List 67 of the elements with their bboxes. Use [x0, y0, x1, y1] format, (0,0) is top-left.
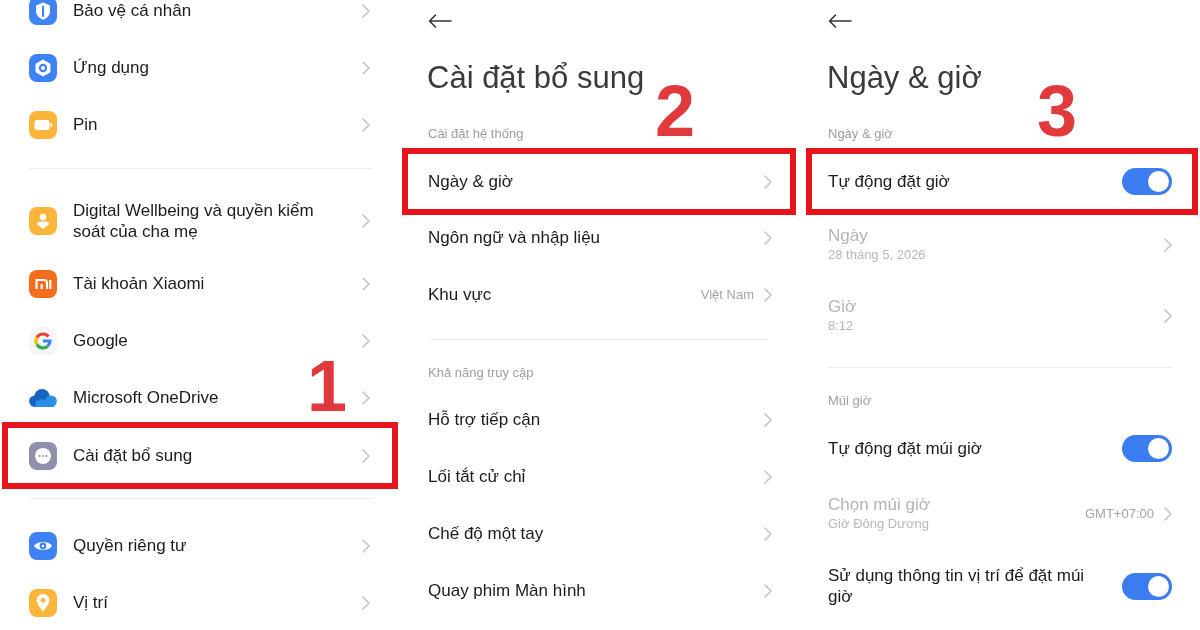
item-label[interactable]: Tài khoản Xiaomi	[73, 273, 205, 294]
chevron-right-icon	[764, 412, 772, 427]
item-label[interactable]: Bảo vệ cá nhân	[73, 0, 192, 21]
page-title: Ngày & giờ	[827, 59, 982, 97]
toggle-switch[interactable]	[1122, 572, 1172, 600]
item-label[interactable]: Ứng dụng	[73, 57, 149, 78]
battery-icon	[29, 110, 57, 139]
item-subtitle: Giờ Đông Dương	[828, 515, 930, 533]
chevron-right-icon	[362, 390, 370, 405]
item-subtitle: 8:12	[828, 317, 855, 335]
chevron-right-icon	[362, 333, 370, 348]
chevron-right-icon	[1164, 237, 1172, 252]
chevron-right-icon	[1164, 506, 1172, 521]
item-subtitle: 28 tháng 5, 2026	[828, 246, 926, 264]
item-label[interactable]: Pin	[73, 114, 98, 135]
chevron-right-icon	[362, 214, 370, 228]
item-label[interactable]: Tự động đặt múi giờ	[828, 438, 982, 459]
item-label[interactable]: Sử dụng thông tin vị trí để đặt múi giờ	[828, 565, 1093, 607]
chevron-right-icon	[362, 117, 370, 132]
logo-icon	[29, 269, 57, 298]
item-label[interactable]: Quyền riêng tư	[73, 535, 187, 556]
chevron-right-icon	[764, 526, 772, 541]
step-number: 3	[1037, 75, 1078, 147]
item-label[interactable]: Lối tắt cử chỉ	[428, 466, 526, 487]
eye-icon	[29, 531, 57, 560]
item-value: GMT+07:00	[1085, 504, 1154, 523]
section-heading: Khả năng truy cập	[428, 364, 534, 382]
item-label[interactable]: Vị trí	[73, 592, 108, 613]
back-icon[interactable]	[428, 14, 452, 28]
step-number: 2	[655, 75, 696, 147]
chevron-right-icon	[362, 448, 370, 463]
location-pin-icon	[29, 588, 57, 617]
section-heading: Ngày & giờ	[828, 125, 893, 143]
section-heading: Múi giờ	[828, 392, 872, 410]
chevron-right-icon	[764, 230, 772, 245]
item-value: Việt Nam	[700, 285, 754, 304]
chevron-right-icon	[764, 174, 772, 189]
chevron-right-icon	[362, 538, 370, 553]
chevron-right-icon	[764, 583, 772, 598]
chevron-right-icon	[764, 287, 772, 302]
item-label[interactable]: Ngày & giờ	[428, 171, 513, 192]
page-title: Cài đặt bổ sung	[427, 59, 645, 97]
chevron-right-icon	[362, 60, 370, 75]
item-label[interactable]: Hỗ trợ tiếp cận	[428, 409, 541, 430]
item-label[interactable]: Cài đặt bổ sung	[73, 445, 193, 466]
item-label[interactable]: Microsoft OneDrive	[73, 387, 219, 408]
person-icon	[29, 207, 57, 235]
item-label[interactable]: Khu vực	[428, 284, 492, 305]
section-heading: Cài đặt hệ thống	[428, 125, 524, 143]
back-icon[interactable]	[828, 14, 852, 28]
step-number: 1	[307, 350, 348, 422]
chevron-right-icon	[1164, 308, 1172, 323]
item-label[interactable]: Chế độ một tay	[428, 523, 544, 544]
chevron-right-icon	[362, 276, 370, 291]
more-icon	[29, 441, 57, 470]
toggle-switch[interactable]	[1122, 435, 1172, 462]
item-label[interactable]: Digital Wellbeing và quyền kiểm soát của cha mẹ	[73, 200, 333, 242]
chevron-right-icon	[764, 469, 772, 484]
g-logo-icon	[29, 326, 57, 355]
chevron-right-icon	[362, 595, 370, 610]
item-label[interactable]: Ngôn ngữ và nhập liệu	[428, 227, 601, 248]
item-label[interactable]: Tự động đặt giờ	[828, 171, 950, 192]
toggle-switch[interactable]	[1122, 168, 1172, 195]
cloud-icon	[29, 388, 57, 407]
item-label[interactable]: Quay phim Màn hình	[428, 580, 586, 601]
item-label[interactable]: Google	[73, 330, 128, 351]
chevron-right-icon	[362, 3, 370, 18]
